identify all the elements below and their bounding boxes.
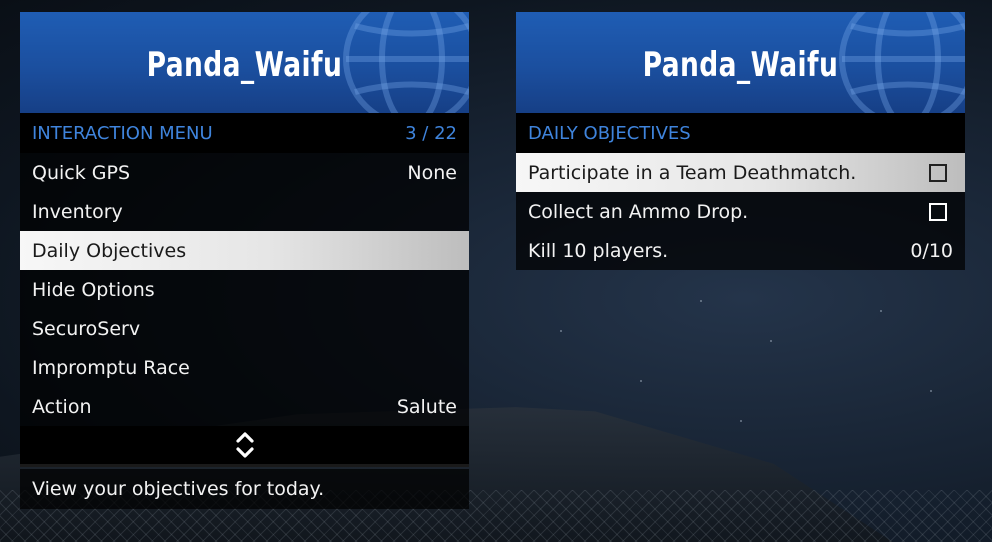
- menu-subheader: DAILY OBJECTIVES: [516, 113, 965, 153]
- star: [700, 300, 702, 302]
- objective-item-kill-players[interactable]: Kill 10 players. 0/10: [516, 231, 965, 270]
- checkbox-icon: [929, 163, 947, 182]
- star: [740, 420, 742, 422]
- menu-item-label: Quick GPS: [32, 161, 131, 184]
- menu-item-action[interactable]: Action Salute: [20, 387, 469, 426]
- checkbox-icon: [929, 202, 947, 221]
- star: [560, 330, 562, 332]
- star: [930, 390, 932, 392]
- interaction-menu-panel: Panda_Waifu INTERACTION MENU 3 / 22 Quic…: [20, 12, 469, 509]
- objective-item-ammo-drop[interactable]: Collect an Ammo Drop.: [516, 192, 965, 231]
- menu-item-daily-objectives[interactable]: Daily Objectives: [20, 231, 469, 270]
- objective-progress: 0/10: [910, 239, 953, 262]
- objective-label: Collect an Ammo Drop.: [528, 200, 749, 223]
- description-text: View your objectives for today.: [32, 478, 325, 500]
- player-name-title: Panda_Waifu: [642, 44, 839, 85]
- menu-item-inventory[interactable]: Inventory: [20, 192, 469, 231]
- menu-subheader: INTERACTION MENU 3 / 22: [20, 113, 469, 153]
- star: [640, 380, 642, 382]
- player-name-title: Panda_Waifu: [146, 44, 343, 85]
- menu-header: Panda_Waifu: [20, 12, 469, 113]
- menu-item-label: SecuroServ: [32, 317, 141, 340]
- menu-item-label: Daily Objectives: [32, 239, 187, 262]
- scroll-indicator[interactable]: [20, 426, 469, 467]
- objective-label: Participate in a Team Deathmatch.: [528, 161, 857, 184]
- menu-item-label: Impromptu Race: [32, 356, 190, 379]
- menu-item-value: Salute: [396, 395, 457, 418]
- menu-description: View your objectives for today.: [20, 469, 469, 509]
- objective-item-team-deathmatch[interactable]: Participate in a Team Deathmatch.: [516, 153, 965, 192]
- star: [770, 340, 772, 342]
- menu-item-impromptu-race[interactable]: Impromptu Race: [20, 348, 469, 387]
- globe-icon: [343, 12, 469, 113]
- menu-item-securoserv[interactable]: SecuroServ: [20, 309, 469, 348]
- globe-icon: [839, 12, 965, 113]
- objective-label: Kill 10 players.: [528, 239, 669, 262]
- menu-item-label: Hide Options: [32, 278, 155, 301]
- menu-item-quick-gps[interactable]: Quick GPS None: [20, 153, 469, 192]
- menu-item-hide-options[interactable]: Hide Options: [20, 270, 469, 309]
- menu-item-label: Action: [32, 395, 92, 418]
- menu-header: Panda_Waifu: [516, 12, 965, 113]
- up-down-chevron-icon: [235, 432, 254, 458]
- menu-item-label: Inventory: [32, 200, 123, 223]
- menu-section-title: DAILY OBJECTIVES: [528, 122, 691, 144]
- menu-item-value: None: [407, 161, 457, 184]
- menu-section-title: INTERACTION MENU: [32, 122, 213, 144]
- star: [880, 310, 882, 312]
- daily-objectives-panel: Panda_Waifu DAILY OBJECTIVES Participate…: [516, 12, 965, 270]
- menu-page-counter: 3 / 22: [405, 122, 457, 144]
